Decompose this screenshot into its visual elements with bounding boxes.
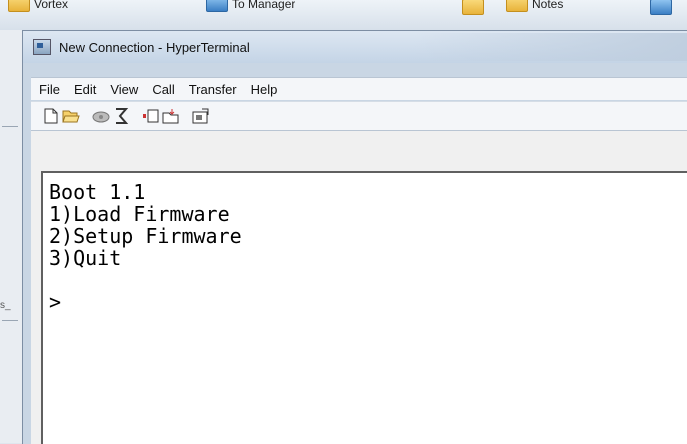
desktop-background-strip: Vortex To Manager Notes [0,0,687,31]
folder-icon [462,0,484,15]
terminal-screen[interactable]: Boot 1.1 1)Load Firmware 2)Setup Firmwar… [41,171,687,444]
menu-bar: File Edit View Call Transfer Help [31,77,687,100]
shortcut-icon [650,0,672,15]
title-bar-overlay [413,33,687,61]
desktop-item-notes[interactable]: Notes [506,0,563,13]
toolbar [31,101,687,131]
hyperterminal-app-icon[interactable] [33,39,51,55]
disconnect-icon[interactable] [91,106,111,126]
menu-help[interactable]: Help [245,82,284,97]
desktop-folder-icon[interactable] [462,0,484,16]
desktop-item-label: Vortex [34,0,69,11]
menu-view[interactable]: View [104,82,144,97]
call-icon[interactable] [111,106,131,126]
terminal-prompt: > [49,290,62,314]
receive-icon[interactable] [161,106,181,126]
terminal-line: 2)Setup Firmware [49,224,242,248]
desktop-item-label: Notes [532,0,564,11]
terminal-line: 3)Quit [49,246,122,270]
menu-edit[interactable]: Edit [68,82,102,97]
send-icon[interactable] [141,106,161,126]
terminal-line: 1)Load Firmware [49,202,230,226]
terminal-line: Boot 1.1 [49,180,146,204]
terminal-output: Boot 1.1 1)Load Firmware 2)Setup Firmwar… [49,181,242,313]
desktop-item-vortex[interactable]: Vortex [8,0,68,13]
folder-icon [506,0,528,12]
folder-icon [8,0,30,12]
desktop-left-strip: s_ [0,30,22,443]
menu-file[interactable]: File [33,82,66,97]
desktop-item-label: To Manager [232,0,296,11]
hyperterminal-window: New Connection - HyperTerminal File Edit… [22,30,687,444]
desktop-blue-icon[interactable] [650,0,672,16]
divider [2,126,18,127]
open-icon[interactable] [61,106,81,126]
menu-call[interactable]: Call [146,82,180,97]
shortcut-icon [206,0,228,12]
new-icon[interactable] [41,106,61,126]
window-title: New Connection - HyperTerminal [59,39,250,55]
desktop-item-to-manager[interactable]: To Manager [206,0,295,13]
divider [2,320,18,321]
title-bar[interactable]: New Connection - HyperTerminal [23,31,687,63]
desktop-left-label: s_ [0,300,11,311]
menu-transfer[interactable]: Transfer [183,82,243,97]
properties-icon[interactable] [191,106,211,126]
